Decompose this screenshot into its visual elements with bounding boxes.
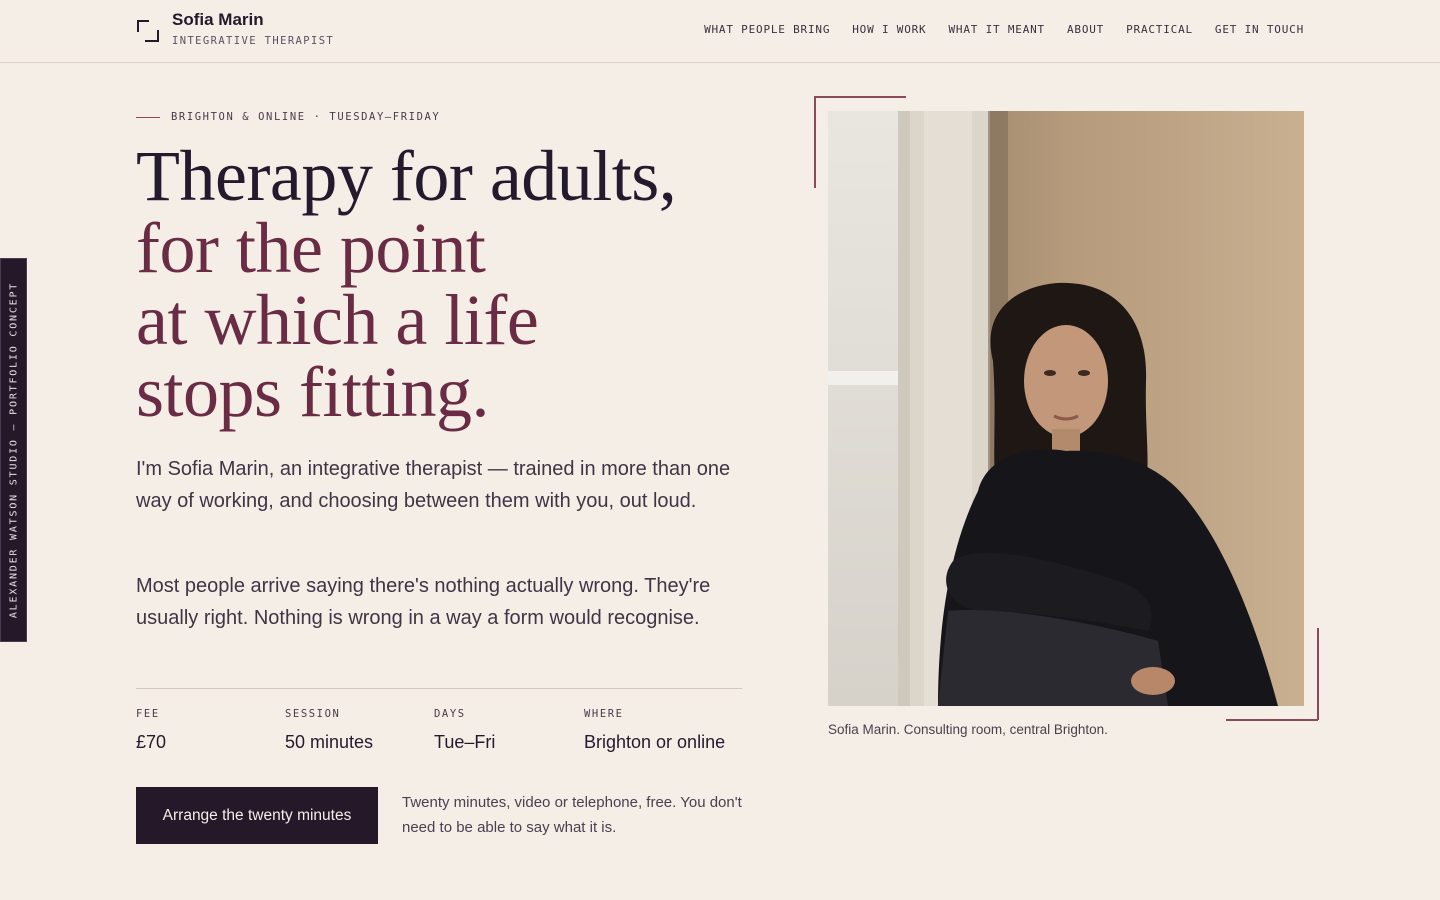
fact-label: SESSION [285,708,341,720]
nav-get-in-touch[interactable]: GET IN TOUCH [1215,23,1304,36]
fact-label: FEE [136,708,160,720]
hero-intro-2: Most people arrive saying there's nothin… [136,575,711,629]
fact-session: SESSION 50 minutes [285,708,373,753]
portrait-photo [828,111,1304,706]
portfolio-side-tab[interactable]: ALEXANDER WATSON STUDIO — PORTFOLIO CONC… [0,258,27,642]
hero-intro: I'm Sofia Marin, an integrative therapis… [136,458,731,512]
fact-value: Tue–Fri [434,732,496,752]
headline-line-4: stops fitting. [136,352,490,432]
fact-label: DAYS [434,708,466,720]
main-nav: WHAT PEOPLE BRING HOW I WORK WHAT IT MEA… [704,23,1304,36]
nav-what-it-meant[interactable]: WHAT IT MEANT [948,23,1045,36]
headline-line-1: Therapy for adults, [136,136,677,216]
eyebrow-text: BRIGHTON & ONLINE · TUESDAY–FRIDAY [171,111,441,123]
arrange-consultation-button[interactable]: Arrange the twenty minutes [136,787,378,844]
hero-eyebrow: BRIGHTON & ONLINE · TUESDAY–FRIDAY [136,111,440,123]
site-header: Sofia Marin INTEGRATIVE THERAPIST WHAT P… [0,0,1440,63]
fact-label: WHERE [584,708,624,720]
facts-divider [136,688,742,689]
photo-frame-corner [1317,628,1319,720]
nav-how-i-work[interactable]: HOW I WORK [852,23,926,36]
nav-practical[interactable]: PRACTICAL [1126,23,1193,36]
corner-bracket-icon [137,20,159,42]
fact-value: £70 [136,732,167,752]
photo-frame-corner [814,96,906,98]
headline-line-2: for the point [136,208,486,288]
fact-days: DAYS Tue–Fri [434,708,495,753]
nav-what-people-bring[interactable]: WHAT PEOPLE BRING [704,23,830,36]
practical-facts: FEE £70 SESSION 50 minutes DAYS Tue–Fri … [136,708,742,768]
photo-frame-corner [814,96,816,188]
fact-value: 50 minutes [285,732,374,752]
side-tab-label: ALEXANDER WATSON STUDIO — PORTFOLIO CONC… [8,281,19,619]
headline-line-3: at which a life [136,280,539,360]
nav-about[interactable]: ABOUT [1067,23,1104,36]
hero-headline: Therapy for adults, for the point at whi… [136,140,776,428]
fact-where: WHERE Brighton or online [584,708,725,753]
brand-name: Sofia Marin [172,10,264,29]
brand-role: INTEGRATIVE THERAPIST [172,35,335,47]
photo-frame-corner [1226,719,1318,721]
brand-text: Sofia Marin INTEGRATIVE THERAPIST [172,10,334,47]
photo-caption: Sofia Marin. Consulting room, central Br… [828,722,1108,737]
fact-value: Brighton or online [584,732,726,752]
eyebrow-rule [136,116,160,118]
cta-note: Twenty minutes, video or telephone, free… [402,794,742,836]
fact-fee: FEE £70 [136,708,166,753]
